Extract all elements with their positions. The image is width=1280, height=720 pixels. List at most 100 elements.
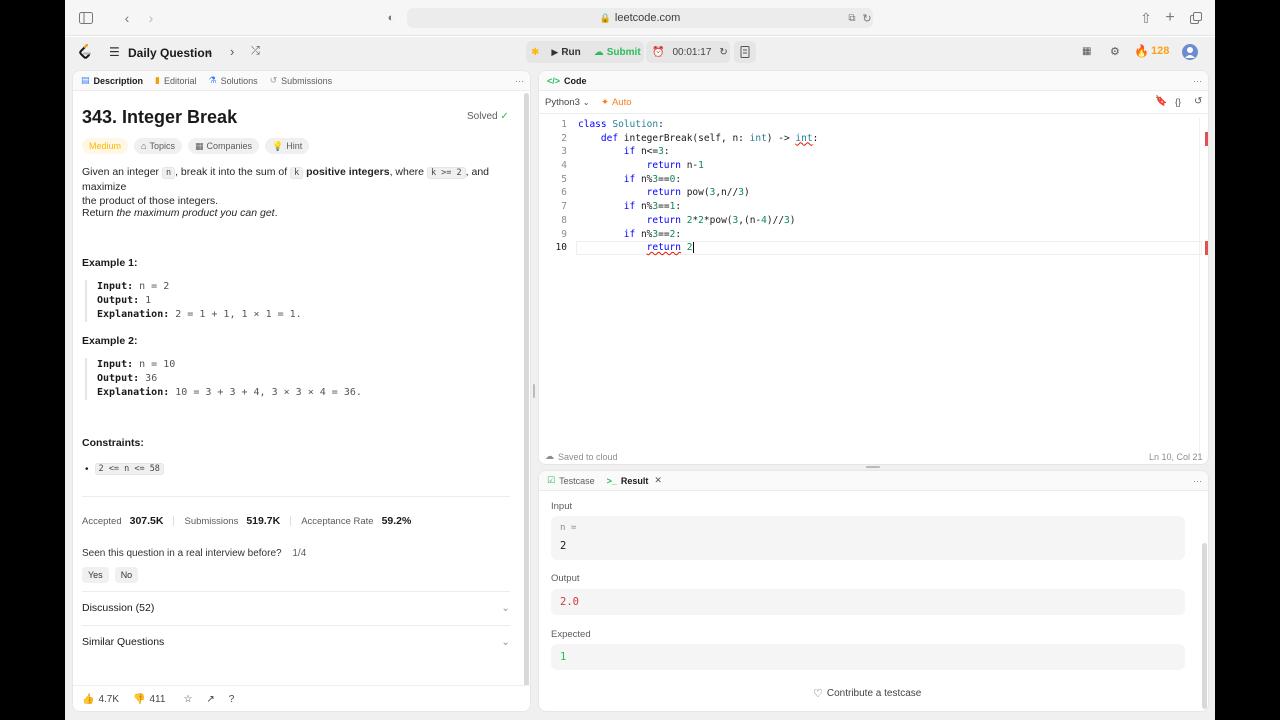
debug-icon[interactable]: ✱ (531, 47, 539, 58)
building-icon: ▦ (194, 140, 204, 151)
save-status: ☁ Saved to cloud (545, 451, 618, 462)
tag-icon: ⌂ (141, 141, 147, 151)
forward-icon[interactable]: › (141, 8, 161, 28)
timer-value: 00:01:17 (672, 46, 712, 58)
topics-chip[interactable]: ⌂ Topics (134, 138, 182, 154)
streak-fire-icon: 🔥 (1134, 44, 1149, 58)
more-icon[interactable]: ··· (515, 76, 524, 86)
tab-solutions[interactable]: ⚗ Solutions (209, 75, 258, 86)
example-1-block: Input: n = 2 Output: 1 Explanation: 2 = … (85, 280, 302, 322)
streak-count[interactable]: 128 (1151, 45, 1169, 57)
tab-code[interactable]: </> Code (547, 76, 587, 86)
constraint-item: • 2 <= n <= 58 (85, 463, 164, 475)
tab-editorial[interactable]: ▮ Editorial (155, 75, 196, 86)
share-icon[interactable]: ⇧ (1136, 8, 1156, 28)
avatar[interactable] (1182, 44, 1198, 60)
tag-row: Medium ⌂ Topics ▦ Companies 💡 Hint (82, 138, 310, 154)
address-bar[interactable]: 🔒 leetcode.com (407, 8, 873, 28)
layout-icon[interactable]: ▦ (1082, 46, 1091, 57)
return-statement: Return the maximum product you can get. (82, 207, 278, 219)
privacy-shield-icon[interactable]: ◐ (381, 8, 401, 28)
help-icon[interactable]: ? (229, 694, 235, 705)
panel-resize-handle[interactable] (866, 466, 880, 468)
new-tab-icon[interactable]: + (1160, 8, 1180, 28)
chevron-down-icon: ⌄ (501, 602, 510, 614)
star-icon[interactable]: ☆ (183, 694, 192, 705)
output-box: 2.0 (551, 589, 1185, 615)
shuffle-icon[interactable]: ⤮ (251, 45, 260, 58)
thumbs-down-icon[interactable]: 👎 (133, 694, 145, 705)
code-editor[interactable]: class Solution: def integerBreak(self, n… (578, 118, 818, 255)
tab-result[interactable]: >_ Result ✕ (607, 475, 662, 486)
result-tabs: ☑ Testcase >_ Result ✕ ··· (539, 471, 1208, 491)
auto-toggle[interactable]: ✦ Auto (601, 97, 632, 108)
prev-problem-icon[interactable]: ‹ (207, 44, 211, 59)
code-tabs: </> Code ··· (539, 71, 1208, 91)
scrollbar[interactable] (1202, 543, 1207, 709)
problem-title: 343. Integer Break (82, 107, 238, 127)
difficulty-badge: Medium (82, 138, 129, 154)
language-select[interactable]: Python3 ⌄ (545, 97, 590, 108)
share-icon[interactable]: ↗ (206, 694, 214, 705)
tab-submissions[interactable]: ↺ Submissions (270, 75, 333, 86)
more-icon[interactable]: ··· (1193, 476, 1202, 486)
interview-question: Seen this question in a real interview b… (82, 548, 307, 559)
input-box: n = 2 (551, 516, 1185, 560)
stats-row: Accepted 307.5K Submissions 519.7K Accep… (82, 515, 412, 527)
settings-gear-icon[interactable]: ⚙ (1110, 45, 1120, 58)
hint-chip[interactable]: 💡 Hint (265, 138, 310, 154)
reload-icon[interactable]: ↻ (857, 8, 877, 28)
code-panel: </> Code ··· Python3 ⌄ ✦ Auto 🔖 {} ↺ 1 2… (538, 70, 1209, 465)
bulb-icon: 💡 (272, 140, 284, 151)
tab-overview-icon[interactable] (1186, 8, 1206, 28)
terminal-icon: >_ (606, 475, 617, 486)
format-braces-icon[interactable]: {} (1175, 97, 1181, 107)
contribute-testcase-button[interactable]: ♡ Contribute a testcase (813, 687, 921, 700)
companies-chip[interactable]: ▦ Companies (187, 138, 260, 154)
next-problem-icon[interactable]: › (230, 44, 234, 59)
divider (82, 591, 510, 592)
error-marker (1205, 241, 1208, 255)
divider (82, 496, 510, 497)
window-edge-left (0, 0, 65, 720)
check-icon: ✓ (500, 111, 509, 122)
no-button[interactable]: No (114, 567, 139, 583)
input-label: Input (551, 501, 573, 512)
daily-question-title[interactable]: Daily Question (128, 46, 212, 60)
scrollbar[interactable] (524, 93, 529, 689)
submit-button[interactable]: Submit (607, 47, 641, 58)
run-button[interactable]: Run (561, 47, 580, 58)
result-panel: ☑ Testcase >_ Result ✕ ··· Input n = 2 O… (538, 470, 1209, 712)
notes-button[interactable] (734, 41, 756, 63)
bookmark-icon[interactable]: 🔖 (1155, 96, 1167, 107)
similar-questions-accordion[interactable]: Similar Questions ⌄ (82, 636, 510, 648)
editorial-icon: ▮ (155, 75, 160, 85)
example-1-title: Example 1: (82, 257, 138, 269)
problem-list-icon[interactable]: ☰ (109, 45, 120, 59)
reset-code-icon[interactable]: ↺ (1194, 96, 1202, 107)
cloud-icon: ☁ (545, 451, 554, 461)
more-icon[interactable]: ··· (1193, 76, 1202, 86)
problem-description: Given an integer n, break it into the su… (82, 166, 490, 207)
cursor-position: Ln 10, Col 21 (1149, 452, 1203, 462)
submissions-icon: ↺ (269, 75, 278, 85)
timer[interactable]: ⏰ 00:01:17 ↻ (646, 41, 730, 63)
yes-button[interactable]: Yes (82, 567, 109, 583)
chevron-down-icon: ⌄ (501, 636, 510, 648)
thumbs-up-icon[interactable]: 👍 (82, 694, 94, 705)
tab-description[interactable]: ▤ Description (81, 75, 143, 86)
leetcode-logo-icon[interactable] (78, 44, 93, 63)
scroll-track (1199, 118, 1200, 458)
example-2-block: Input: n = 10 Output: 36 Explanation: 10… (85, 358, 362, 400)
close-icon[interactable]: ✕ (654, 475, 662, 486)
bottom-action-bar: 👍 4.7K 👎 411 ☆ ↗ ? (73, 685, 530, 711)
discussion-accordion[interactable]: Discussion (52) ⌄ (82, 602, 510, 614)
back-icon[interactable]: ‹ (117, 8, 137, 28)
window-edge-right (1215, 0, 1280, 720)
tab-testcase[interactable]: ☑ Testcase (547, 475, 595, 486)
lock-icon: 🔒 (599, 12, 611, 23)
panel-resize-handle[interactable] (533, 384, 535, 398)
sidebar-toggle-icon[interactable] (76, 8, 96, 28)
run-play-icon: ▶ (551, 46, 559, 57)
reset-timer-icon[interactable]: ↻ (719, 47, 727, 58)
